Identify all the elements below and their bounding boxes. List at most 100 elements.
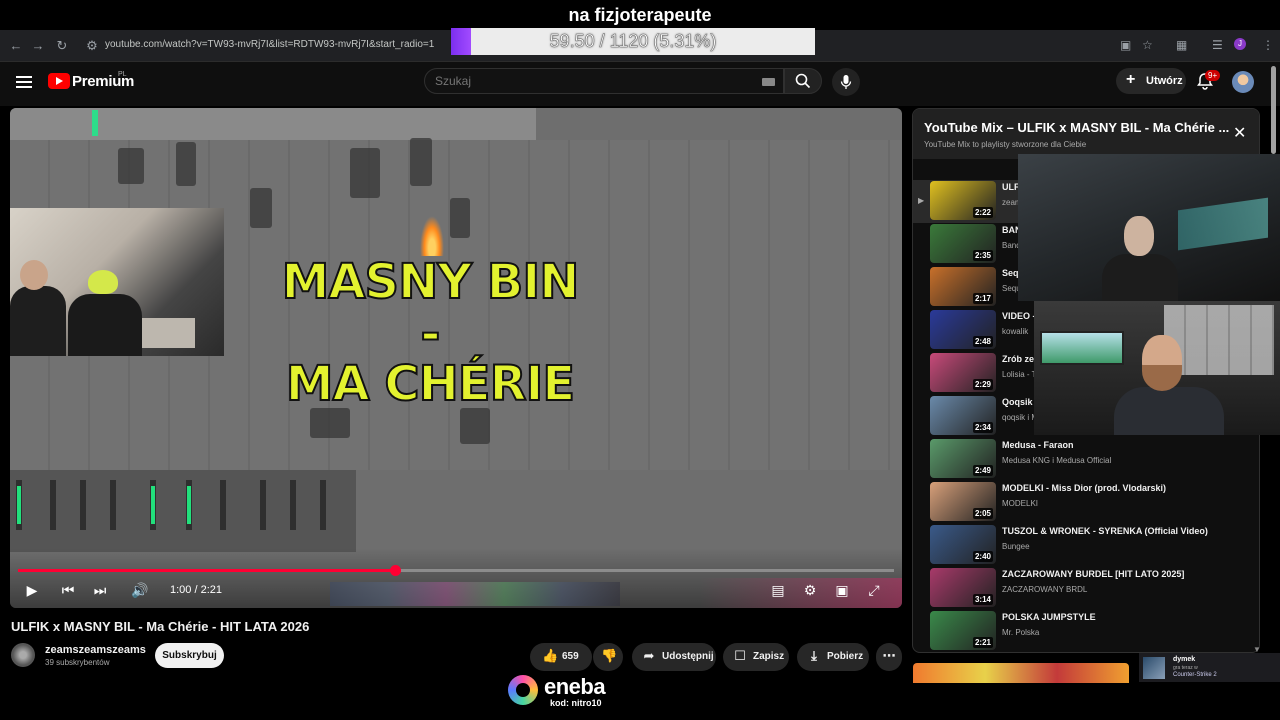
progress-fill <box>18 569 395 572</box>
profile-icon[interactable]: J <box>1234 38 1246 50</box>
playlist-item-author: ZACZAROWANY BRDL <box>1002 585 1088 594</box>
account-avatar[interactable] <box>1232 71 1254 93</box>
duration-badge: 2:48 <box>972 336 993 347</box>
video-thumbnail[interactable]: 2:17 <box>930 267 996 306</box>
address-bar[interactable]: youtube.com/watch?v=TW93-mvRj7I&list=RDT… <box>105 39 434 50</box>
microphone-icon <box>840 75 852 89</box>
promo-brand: eneba <box>544 674 606 699</box>
volume-icon[interactable]: 🔊 <box>130 582 150 598</box>
duration-badge: 2:05 <box>972 508 993 519</box>
voice-search-button[interactable] <box>832 68 860 96</box>
next-icon[interactable]: ⏭ <box>90 582 110 598</box>
progress-bar[interactable] <box>18 565 894 576</box>
playlist-item[interactable]: 2:40 TUSZOL & WRONEK - SYRENKA (Official … <box>913 524 1259 567</box>
playlist-item[interactable]: 3:14 ZACZAROWANY BURDEL [HIT LATO 2025] ZA… <box>913 567 1259 610</box>
playlist-item-title[interactable]: Medusa - Faraon <box>1002 440 1242 450</box>
overlay-line-2: - <box>420 306 442 362</box>
user-avatar <box>1143 657 1165 679</box>
playlist-item[interactable]: 2:21 POLSKA JUMPSTYLE Mr. Polska <box>913 610 1259 652</box>
video-frame-plugins <box>330 582 620 606</box>
playlist-item-author: Mr. Polska <box>1002 628 1040 637</box>
video-thumbnail[interactable]: 2:21 <box>930 611 996 650</box>
miniplayer-icon[interactable]: ▣ <box>832 582 852 598</box>
video-thumbnail[interactable]: 2:34 <box>930 396 996 435</box>
media-icon[interactable]: ☰ <box>1212 38 1223 52</box>
duration-badge: 2:21 <box>972 637 993 648</box>
youtube-logo-icon[interactable] <box>48 73 70 89</box>
daw-clip <box>460 408 490 444</box>
save-label: Zapisz <box>753 651 785 662</box>
notification-game: Counter-Strike 2 <box>1173 672 1217 678</box>
video-thumbnail[interactable]: 2:05 <box>930 482 996 521</box>
playlist-title[interactable]: YouTube Mix – ULFIK x MASNY BIL - Ma Ché… <box>924 120 1229 135</box>
download-button[interactable]: ⤓ Pobierz <box>797 643 869 671</box>
video-thumbnail[interactable]: 3:14 <box>930 568 996 607</box>
video-player[interactable]: MASNY BIN - MA CHÉRIE ▶ ⏮ ⏭ 🔊 1:00 / 2:2… <box>10 108 902 608</box>
video-thumbnail[interactable]: 2:22 <box>930 181 996 220</box>
video-thumbnail[interactable]: 2:49 <box>930 439 996 478</box>
extensions-icon[interactable]: ▦ <box>1176 38 1187 52</box>
promo-code: kod: nitro10 <box>550 698 602 708</box>
notification-status: gra teraz w <box>1173 665 1198 671</box>
overlay-line-1: MASNY BIN <box>281 254 581 310</box>
next-video-thumbnail[interactable] <box>913 663 1129 683</box>
search-input[interactable] <box>435 74 735 88</box>
playlist-item[interactable]: 2:49 Medusa - Faraon Medusa KNG i Medusa O… <box>913 438 1259 481</box>
back-arrow-icon[interactable]: ← <box>8 38 24 54</box>
bookmark-star-icon[interactable]: ☆ <box>1142 38 1153 52</box>
page-scrollbar[interactable] <box>1271 66 1276 154</box>
notification-badge: 9+ <box>1205 70 1221 81</box>
subtitles-icon[interactable]: ▤ <box>768 582 788 598</box>
playlist-item-title[interactable]: POLSKA JUMPSTYLE <box>1002 612 1242 622</box>
more-actions-button[interactable]: ⋯ <box>876 643 902 671</box>
video-thumbnail[interactable]: 2:35 <box>930 224 996 263</box>
bookmark-icon: ☐ <box>734 648 746 663</box>
play-icon[interactable]: ▶ <box>22 582 42 598</box>
cast-icon[interactable]: ▣ <box>1120 38 1131 52</box>
playlist-item[interactable]: 2:05 MODELKI - Miss Dior (prod. Vlodarski… <box>913 481 1259 524</box>
create-button[interactable]: + Utwórz <box>1116 68 1186 94</box>
playlist-item-title[interactable]: MODELKI - Miss Dior (prod. Vlodarski) <box>1002 483 1242 493</box>
channel-avatar[interactable] <box>11 643 35 667</box>
keyboard-icon[interactable] <box>762 78 775 86</box>
video-thumbnail[interactable]: 2:29 <box>930 353 996 392</box>
channel-name[interactable]: zeamszeamszeams <box>45 644 146 656</box>
previous-icon[interactable]: ⏮ <box>58 582 78 598</box>
progress-scrubber[interactable] <box>389 565 401 576</box>
dislike-button[interactable]: 👎 <box>593 643 623 671</box>
video-thumbnail[interactable]: 2:48 <box>930 310 996 349</box>
fire-emoji-icon <box>420 216 444 256</box>
site-info-icon[interactable]: ⚙ <box>84 38 100 54</box>
close-icon[interactable]: ✕ <box>1233 123 1246 143</box>
download-label: Pobierz <box>827 651 864 662</box>
playlist-item-title[interactable]: TUSZOL & WRONEK - SYRENKA (Official Vide… <box>1002 526 1242 536</box>
video-thumbnail[interactable]: 2:40 <box>930 525 996 564</box>
search-box[interactable] <box>424 68 784 94</box>
forward-arrow-icon[interactable]: → <box>30 38 46 54</box>
search-button[interactable] <box>784 68 822 94</box>
menu-icon[interactable] <box>16 76 32 88</box>
share-icon: ➦ <box>643 648 655 663</box>
share-button[interactable]: ➦ Udostępnij <box>632 643 716 671</box>
duration-badge: 2:40 <box>972 551 993 562</box>
daw-clip <box>250 188 272 228</box>
duration-badge: 2:29 <box>972 379 993 390</box>
duration-badge: 2:49 <box>972 465 993 476</box>
fullscreen-icon[interactable]: ⤢ <box>864 582 884 598</box>
video-title: ULFIK x MASNY BIL - Ma Chérie - HIT LATA… <box>11 619 310 634</box>
duration-badge: 2:22 <box>972 207 993 218</box>
save-button[interactable]: ☐ Zapisz <box>723 643 789 671</box>
subscribe-button[interactable]: Subskrybuj <box>155 643 224 668</box>
duration-badge: 2:17 <box>972 293 993 304</box>
streamer-webcam <box>1018 154 1280 435</box>
search-icon <box>795 73 811 89</box>
plus-icon: + <box>1126 71 1136 88</box>
settings-gear-icon[interactable]: ⚙ <box>800 582 820 598</box>
playlist-item-title[interactable]: ZACZAROWANY BURDEL [HIT LATO 2025] <box>1002 569 1242 579</box>
download-icon: ⤓ <box>811 648 817 663</box>
video-frame-toolbar <box>10 108 536 140</box>
browser-menu-icon[interactable]: ⋮ <box>1262 38 1274 52</box>
reload-icon[interactable]: ↻ <box>54 38 70 54</box>
eneba-logo-icon <box>508 675 538 705</box>
like-button[interactable]: 👍 659 <box>530 643 592 671</box>
